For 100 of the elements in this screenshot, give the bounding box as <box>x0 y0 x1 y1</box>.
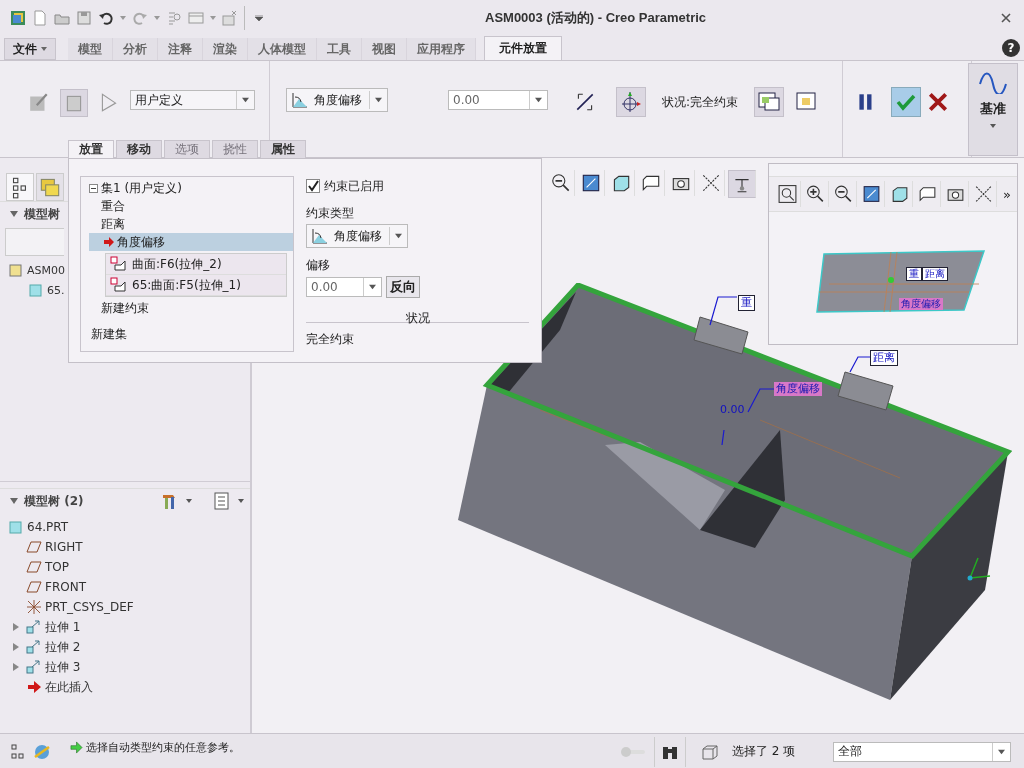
set-type-dropdown[interactable]: 用户定义 <box>130 90 255 110</box>
panel-tab[interactable]: 放置 <box>68 140 114 158</box>
status-text: 状况:完全约束 <box>662 94 739 111</box>
window-title: ASM0003 (活动的) - Creo Parametric <box>485 9 707 27</box>
constraint-item[interactable]: 重合 <box>101 197 125 215</box>
move-component-icon[interactable] <box>616 87 646 117</box>
dimension-label[interactable]: 距离 <box>870 350 898 366</box>
reference-icon <box>110 277 128 293</box>
message-arrow-icon <box>70 741 83 754</box>
constraint-type-dropdown[interactable]: 角度偏移 <box>306 224 408 248</box>
field-label: 偏移 <box>306 257 330 274</box>
tree-item[interactable]: PRT_CSYS_DEF <box>45 600 134 614</box>
tree-item[interactable]: TOP <box>45 560 69 574</box>
angle-icon <box>290 90 310 110</box>
ribbon-tab[interactable]: 人体模型 <box>248 38 317 60</box>
coordinate-system-icon <box>26 599 42 615</box>
offset-field[interactable]: 0.00 <box>306 277 382 297</box>
datum-button[interactable]: 基准 <box>968 63 1018 156</box>
extrude-icon <box>26 639 42 655</box>
constraint-set[interactable]: 集1 (用户定义) <box>101 179 182 197</box>
current-arrow-icon <box>103 236 115 248</box>
constraint-type-dropdown[interactable]: 角度偏移 <box>286 88 388 112</box>
flip-button[interactable]: 反向 <box>386 276 420 298</box>
status-text: 完全约束 <box>306 331 354 348</box>
ribbon-tab[interactable]: 元件放置 <box>484 36 562 60</box>
tree-item[interactable]: 在此插入 <box>45 678 93 696</box>
collapse-arrow-icon[interactable] <box>10 211 18 217</box>
field-label: 约束类型 <box>306 205 354 222</box>
datum-plane-icon <box>26 559 42 575</box>
customize-caret-icon[interactable] <box>255 15 263 21</box>
model-tree-tab-icon[interactable] <box>6 173 34 201</box>
model-tree-title: 模型树 (2) <box>24 492 84 510</box>
dimension-label[interactable]: 角度偏移 <box>774 382 822 396</box>
ribbon-tab[interactable]: 视图 <box>362 38 407 60</box>
caret-icon <box>41 47 47 51</box>
insert-arrow-icon <box>26 679 42 695</box>
confirm-icon[interactable] <box>891 87 922 117</box>
assembly-icon <box>8 262 24 278</box>
expand-arrow-icon[interactable] <box>12 643 20 651</box>
tree-item[interactable]: 拉伸 2 <box>45 638 81 656</box>
wave-icon <box>978 70 1008 94</box>
caret-icon[interactable] <box>186 499 192 503</box>
leader-line <box>709 296 738 326</box>
caret-icon <box>990 124 996 128</box>
dimension-label[interactable]: 距离 <box>922 267 948 281</box>
ribbon-tab[interactable]: 渲染 <box>203 38 248 60</box>
status-message: 选择自动类型约束的任意参考。 <box>86 740 240 755</box>
close-icon[interactable] <box>1000 12 1012 24</box>
checkbox[interactable] <box>306 179 320 193</box>
tree-item[interactable]: 拉伸 3 <box>45 658 81 676</box>
offset-field[interactable]: 0.00 <box>448 90 548 110</box>
help-button[interactable]: ? <box>1002 39 1020 57</box>
checkbox-label[interactable]: 约束已启用 <box>324 177 384 195</box>
constraint-item[interactable]: 距离 <box>101 215 125 233</box>
separate-window-icon[interactable] <box>754 87 785 117</box>
new-constraint-item[interactable]: 新建约束 <box>101 299 149 317</box>
collapse-icon[interactable] <box>89 183 98 193</box>
extrude-icon <box>26 659 42 675</box>
expand-arrow-icon[interactable] <box>12 623 20 631</box>
datum-plane-icon <box>26 579 42 595</box>
ribbon-tab[interactable]: 模型 <box>68 38 113 60</box>
tree-item[interactable]: RIGHT <box>45 540 83 554</box>
dimension-label[interactable]: 重 <box>906 267 922 281</box>
tree-item[interactable]: FRONT <box>45 580 86 594</box>
collapse-arrow-icon[interactable] <box>10 498 18 504</box>
tree-item[interactable]: 64.PRT <box>27 520 69 534</box>
ribbon-tab[interactable]: 应用程序 <box>407 38 476 60</box>
datum-plane-icon <box>26 539 42 555</box>
part-icon <box>28 282 44 298</box>
spin-center-icon[interactable] <box>728 170 756 198</box>
zoom-fit-icon[interactable] <box>775 181 801 207</box>
leader-line <box>849 356 872 373</box>
file-menu[interactable]: 文件 <box>4 38 56 60</box>
selection-filter-dropdown[interactable]: 全部 <box>833 741 1012 762</box>
tree-item[interactable]: 65. <box>47 283 65 297</box>
ribbon-tab[interactable]: 分析 <box>113 38 158 60</box>
undo-icon[interactable] <box>98 10 114 26</box>
dimension-label[interactable]: 角度偏移 <box>899 298 943 310</box>
tree-filter-field[interactable] <box>5 228 64 256</box>
part-icon <box>8 519 24 535</box>
more-tools-button[interactable]: » <box>1003 186 1011 202</box>
new-set-item[interactable]: 新建集 <box>91 325 127 343</box>
panel-tab[interactable]: 移动 <box>116 140 162 158</box>
toggle-icon[interactable] <box>620 745 646 758</box>
dimension-label[interactable]: 重 <box>738 295 755 311</box>
extrude-icon <box>26 619 42 635</box>
list-settings-icon[interactable] <box>212 491 232 511</box>
selection-count: 选择了 2 项 <box>732 743 796 760</box>
model-tree-title: 模型树 <box>24 205 60 223</box>
expand-arrow-icon[interactable] <box>12 663 20 671</box>
tree-item[interactable]: 拉伸 1 <box>45 618 81 636</box>
tree-item[interactable]: ASM00 <box>27 263 65 277</box>
caret-icon[interactable] <box>238 499 244 503</box>
ribbon-tab[interactable]: 注释 <box>158 38 203 60</box>
ribbon-tab[interactable]: 工具 <box>317 38 362 60</box>
binoculars-icon[interactable] <box>654 736 686 767</box>
panel-tab[interactable]: 属性 <box>260 140 306 158</box>
angle-icon <box>310 226 330 246</box>
app-icon[interactable] <box>10 10 26 26</box>
reference-icon <box>110 256 128 272</box>
